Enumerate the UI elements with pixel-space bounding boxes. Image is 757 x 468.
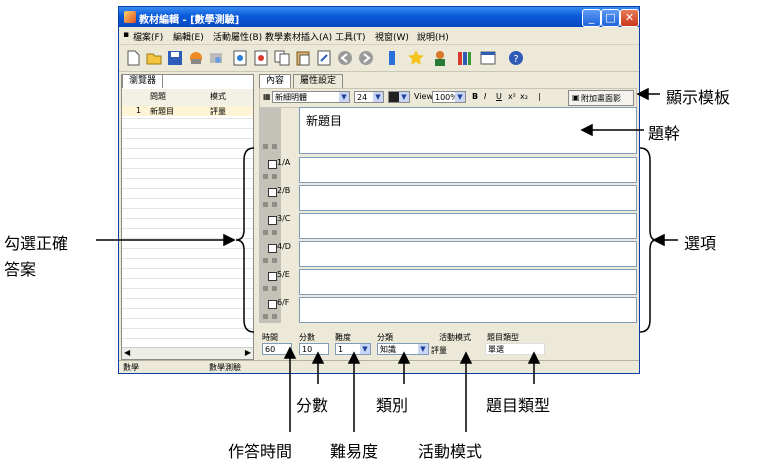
annotation-difficulty: 難易度 — [330, 442, 379, 461]
annotation-template: 顯示模板 — [666, 88, 731, 107]
annotation-options: 選項 — [684, 234, 717, 253]
annotation-score: 分數 — [296, 396, 329, 415]
annotation-stem: 題幹 — [648, 124, 681, 143]
annotation-activity-mode: 活動模式 — [418, 442, 483, 461]
annotation-check-answer-1: 勾選正確 — [4, 234, 69, 253]
annotation-answer-time: 作答時間 — [228, 442, 293, 461]
annotation-category: 類別 — [376, 396, 409, 415]
annotation-check-answer-2: 答案 — [4, 260, 37, 279]
annotation-question-type: 題目類型 — [486, 396, 551, 415]
